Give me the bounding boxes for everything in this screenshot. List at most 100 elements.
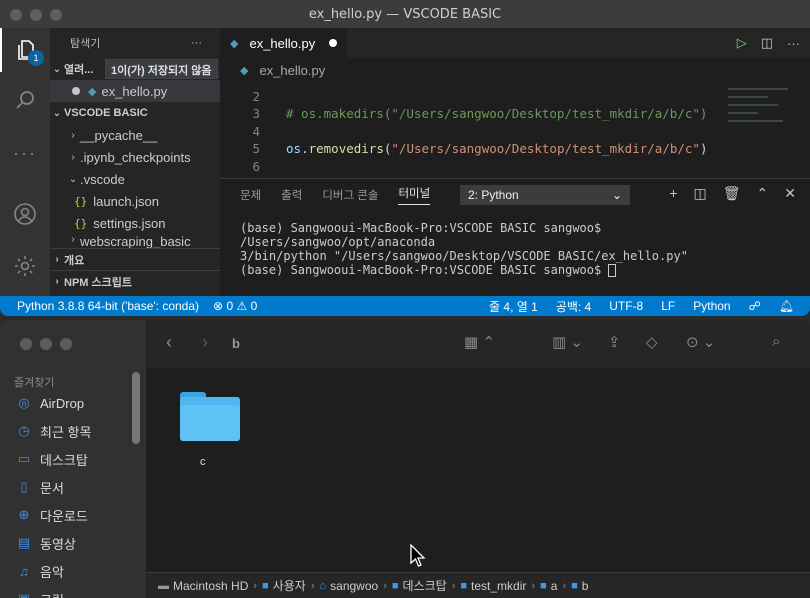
- code-string: "/Users/sangwoo/Desktop/test_mkdir/a/b/c…: [391, 140, 700, 156]
- terminal-output[interactable]: (base) Sangwooui-MacBook-Pro:VSCODE BASI…: [240, 221, 800, 277]
- tab-label: ex_hello.py: [249, 35, 316, 51]
- settings-activity[interactable]: [0, 244, 50, 288]
- explorer-header: 탐색기 ···: [50, 28, 220, 58]
- workspace-section[interactable]: ⌄ VSCODE BASIC: [50, 102, 220, 124]
- path-crumb[interactable]: ■ 사용자: [262, 577, 306, 594]
- unsaved-dot-icon[interactable]: [329, 39, 338, 47]
- npm-scripts-section[interactable]: › NPM 스크립트: [50, 270, 220, 292]
- open-editors-section[interactable]: ⌄ 열려... 1이(가) 저장되지 않음: [50, 58, 220, 80]
- sidebar-item-pictures[interactable]: ▣ 그림: [16, 589, 64, 598]
- sidebar-item-music[interactable]: ♫ 음악: [16, 561, 64, 581]
- explorer-activity[interactable]: 1: [0, 28, 50, 72]
- path-crumb-label: sangwoo: [330, 578, 379, 593]
- sidebar-item-recents[interactable]: ◷ 최근 항목: [16, 421, 91, 441]
- add-terminal-icon[interactable]: +: [669, 185, 677, 202]
- sidebar-item-desktop[interactable]: ▭ 데스크탑: [16, 449, 88, 469]
- zoom-button[interactable]: [60, 338, 72, 350]
- minimize-button[interactable]: [40, 338, 52, 350]
- split-editor-icon[interactable]: ◫: [761, 35, 773, 51]
- hard-drive-icon: ▬: [158, 579, 169, 592]
- tree-item-ipynb-checkpoints[interactable]: › .ipynb_checkpoints: [50, 146, 220, 168]
- zoom-button[interactable]: [50, 9, 62, 21]
- split-terminal-icon[interactable]: ◫: [694, 185, 707, 202]
- finder-sidebar: 즐겨찾기 ◎ AirDrop ◷ 최근 항목 ▭ 데스크탑 ▯ 문서 ⊕ 다운로…: [0, 320, 146, 598]
- tab-ex-hello[interactable]: ◆ ex_hello.py: [220, 28, 348, 58]
- path-bar: ▬ Macintosh HD › ■ 사용자 › ⌂ sangwoo › ■ 데스크탑 …: [146, 572, 810, 598]
- sidebar-item-movies[interactable]: ▤ 동영상: [16, 533, 76, 553]
- path-crumb[interactable]: ▬ Macintosh HD: [158, 579, 248, 593]
- tree-item-label: launch.json: [93, 193, 160, 209]
- finder-content[interactable]: c: [146, 368, 810, 572]
- cursor-position[interactable]: 줄 4, 열 1: [489, 298, 538, 315]
- group-icon[interactable]: ▥ ⌄: [552, 333, 583, 351]
- close-icon[interactable]: ✕: [784, 185, 796, 202]
- minimap[interactable]: [728, 82, 800, 182]
- sidebar-item-airdrop[interactable]: ◎ AirDrop: [16, 393, 84, 413]
- path-separator: ›: [253, 579, 258, 592]
- indentation[interactable]: 공백: 4: [556, 298, 591, 315]
- end-of-line[interactable]: LF: [661, 299, 675, 313]
- trash-icon[interactable]: 🗑: [723, 185, 741, 202]
- sidebar-item-downloads[interactable]: ⊕ 다운로드: [16, 505, 88, 525]
- tab-debug-console[interactable]: 디버그 콘솔: [322, 187, 378, 203]
- encoding[interactable]: UTF-8: [609, 299, 643, 313]
- run-icon[interactable]: ▷: [737, 35, 747, 51]
- search-icon[interactable]: ⌕: [772, 333, 780, 350]
- tree-item-label: .vscode: [80, 171, 125, 187]
- sidebar-scrollbar[interactable]: [132, 372, 140, 444]
- path-crumb[interactable]: ⌂ sangwoo: [319, 579, 378, 593]
- outline-section[interactable]: › 개요: [50, 248, 220, 270]
- tab-terminal[interactable]: 터미널: [398, 185, 431, 205]
- path-crumb[interactable]: ■ test_mkdir: [460, 579, 526, 593]
- code-editor[interactable]: 2 3 # os.makedirs("/Users/sangwoo/Deskto…: [220, 84, 810, 184]
- code-line: 2: [220, 87, 720, 105]
- tree-item-vscode-folder[interactable]: ⌄ .vscode: [50, 168, 220, 190]
- more-activity[interactable]: ···: [0, 131, 50, 175]
- share-icon[interactable]: ⇪: [608, 333, 621, 351]
- action-menu-icon[interactable]: ⊙ ⌄: [686, 333, 715, 351]
- tab-problems[interactable]: 문제: [240, 187, 261, 203]
- picture-icon: ▣: [16, 591, 32, 598]
- tag-icon[interactable]: ◇: [646, 333, 658, 351]
- folder-item-name[interactable]: c: [200, 456, 206, 468]
- path-crumb[interactable]: ■ b: [571, 579, 588, 593]
- explorer-title: 탐색기: [70, 38, 101, 50]
- problems-indicator[interactable]: ⊗ 0 ⚠ 0: [213, 299, 257, 313]
- more-actions-icon[interactable]: ···: [191, 37, 202, 49]
- unsaved-badge: 1: [28, 50, 44, 66]
- breadcrumb-file[interactable]: ex_hello.py: [259, 63, 325, 78]
- path-crumb[interactable]: ■ 데스크탑: [392, 577, 447, 594]
- tab-output[interactable]: 출력: [281, 187, 302, 203]
- tree-item-launch-json[interactable]: {} launch.json: [50, 190, 220, 212]
- path-separator: ›: [383, 579, 387, 592]
- icon-view-icon[interactable]: ▦ ⌃: [464, 333, 495, 351]
- python-interpreter[interactable]: Python 3.8.8 64-bit ('base': conda): [17, 299, 199, 313]
- tree-item-pycache[interactable]: › __pycache__: [50, 124, 220, 146]
- sidebar-item-label: 최근 항목: [40, 424, 92, 440]
- code-line: 6: [220, 157, 720, 175]
- accounts-activity[interactable]: [0, 192, 50, 236]
- language-mode[interactable]: Python: [693, 299, 730, 313]
- chevron-right-icon: ›: [71, 151, 75, 163]
- minimize-button[interactable]: [30, 9, 42, 21]
- code-object: os: [286, 140, 302, 156]
- tree-item-settings-json[interactable]: {} settings.json: [50, 212, 220, 234]
- folder-item-icon[interactable]: [180, 392, 240, 442]
- open-editor-item[interactable]: ◆ ex_hello.py: [50, 80, 220, 102]
- back-icon[interactable]: ‹: [166, 332, 172, 353]
- feedback-icon[interactable]: ☍: [749, 299, 761, 313]
- chevron-up-icon[interactable]: ⌃: [757, 185, 769, 202]
- explorer-sidebar: 탐색기 ··· ⌄ 열려... 1이(가) 저장되지 않음 ◆ ex_hello…: [50, 28, 220, 296]
- tree-item-webscraping-basic[interactable]: › webscraping_basic: [50, 234, 220, 248]
- search-activity[interactable]: [0, 78, 50, 122]
- vscode-titlebar: ex_hello.py — VSCODE BASIC: [0, 0, 810, 28]
- path-crumb[interactable]: ■ a: [540, 579, 557, 593]
- more-actions-icon[interactable]: ···: [787, 36, 800, 51]
- close-button[interactable]: [10, 9, 22, 21]
- terminal-select[interactable]: 2: Python ⌄: [460, 185, 630, 205]
- close-button[interactable]: [20, 338, 32, 350]
- sidebar-item-documents[interactable]: ▯ 문서: [16, 477, 64, 497]
- forward-icon[interactable]: ›: [202, 332, 208, 353]
- path-crumb-label: 사용자: [272, 579, 306, 593]
- bell-icon[interactable]: 🔔︎: [779, 299, 794, 313]
